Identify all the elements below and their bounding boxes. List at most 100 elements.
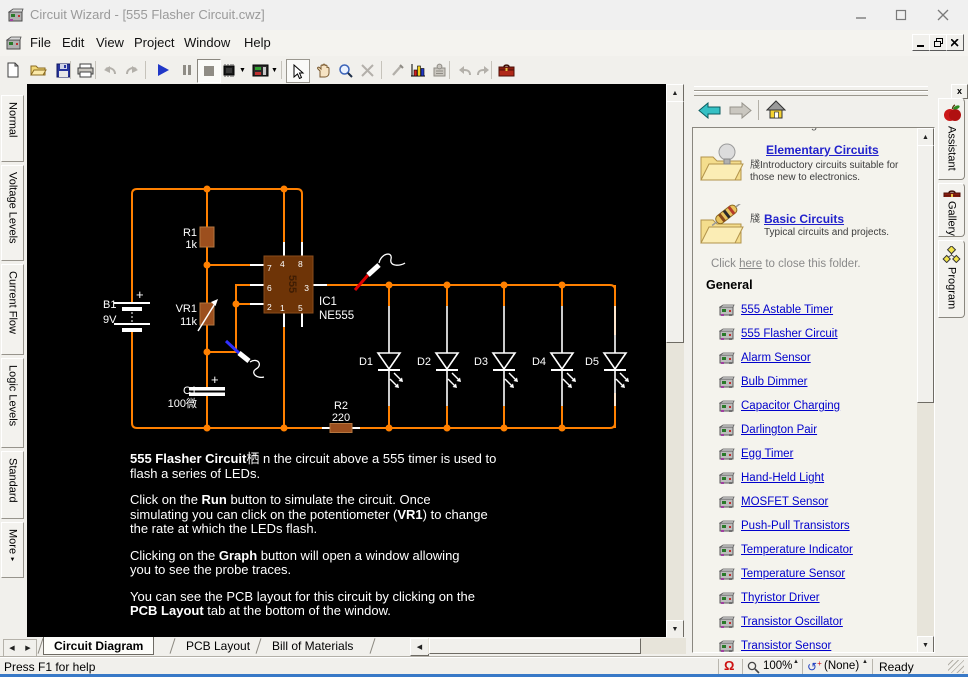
tab-scroll-right-icon[interactable]: ▶ bbox=[25, 644, 30, 652]
tab-assistant[interactable]: Assistant bbox=[938, 98, 965, 180]
run-button[interactable] bbox=[152, 59, 174, 81]
gallery-item[interactable]: Push-Pull Transistors bbox=[719, 516, 850, 536]
resize-grip[interactable] bbox=[948, 660, 964, 673]
scroll-down-button[interactable]: ▼ bbox=[666, 620, 684, 638]
hscroll-left-button[interactable]: ◀ bbox=[410, 638, 429, 656]
elementary-circuits-link[interactable]: Elementary Circuits bbox=[766, 143, 879, 157]
menu-project[interactable]: Project bbox=[130, 30, 178, 56]
gallery-item[interactable]: Transistor Sensor bbox=[719, 636, 831, 653]
basic-circuits-link[interactable]: Basic Circuits bbox=[764, 212, 844, 226]
rotation-value[interactable]: (None) bbox=[824, 660, 859, 672]
minimize-button[interactable] bbox=[842, 0, 880, 30]
probe-blue[interactable] bbox=[226, 341, 264, 377]
redo-button[interactable] bbox=[121, 59, 143, 81]
mdi-minimize-button[interactable] bbox=[912, 34, 930, 51]
led-d1[interactable]: D1 bbox=[359, 285, 403, 428]
home-button[interactable] bbox=[766, 100, 786, 119]
tab-pcb-layout[interactable]: PCB Layout bbox=[176, 637, 260, 655]
stop-button[interactable] bbox=[197, 59, 221, 83]
tab-logic-levels[interactable]: Logic Levels bbox=[1, 358, 24, 448]
menu-file[interactable]: File bbox=[26, 30, 55, 56]
probe-tool-button[interactable] bbox=[386, 59, 408, 81]
menu-edit[interactable]: Edit bbox=[58, 30, 88, 56]
menu-window[interactable]: Window bbox=[180, 30, 234, 56]
tab-normal[interactable]: Normal bbox=[1, 95, 24, 162]
delete-tool-button[interactable] bbox=[356, 59, 378, 81]
mdi-close-button[interactable] bbox=[946, 34, 964, 51]
tab-standard[interactable]: Standard bbox=[1, 451, 24, 519]
hscroll-track[interactable] bbox=[428, 638, 686, 654]
mdi-restore-button[interactable] bbox=[929, 34, 947, 51]
tab-scroll-left-icon[interactable]: ◀ bbox=[9, 644, 14, 652]
gallery-item[interactable]: Bulb Dimmer bbox=[719, 372, 807, 392]
gallery-item[interactable]: Capacitor Charging bbox=[719, 396, 840, 416]
tab-program[interactable]: Program bbox=[938, 240, 965, 318]
gallery-scroll-thumb[interactable] bbox=[917, 145, 934, 403]
panel-close-button[interactable]: x bbox=[951, 84, 968, 99]
close-button[interactable] bbox=[924, 0, 962, 30]
side-panel-tabstrip: x Assistant Gallery Program bbox=[937, 84, 968, 657]
gallery-item[interactable]: Egg Timer bbox=[719, 444, 793, 464]
close-folder-link[interactable]: here bbox=[739, 258, 762, 270]
gallery-item[interactable]: Darlington Pair bbox=[719, 420, 817, 440]
forward-button[interactable] bbox=[728, 102, 752, 119]
led-d5[interactable]: D5 bbox=[585, 285, 629, 428]
tab-bill-of-materials[interactable]: Bill of Materials bbox=[262, 637, 363, 655]
undo-button[interactable] bbox=[99, 59, 121, 81]
vscroll-thumb[interactable] bbox=[666, 101, 684, 343]
tab-more[interactable]: More▼ bbox=[1, 522, 24, 578]
hscroll-thumb[interactable] bbox=[429, 638, 641, 654]
gallery-item[interactable]: Hand-Held Light bbox=[719, 468, 824, 488]
omega-icon[interactable]: Ω bbox=[724, 658, 734, 673]
led-d2[interactable]: D2 bbox=[417, 285, 461, 428]
pan-hand-button[interactable] bbox=[312, 59, 334, 81]
led-d4[interactable]: D4 bbox=[532, 285, 576, 428]
rotation-spinner-icon[interactable]: ▲ bbox=[862, 659, 868, 665]
pointer-tool-button[interactable] bbox=[286, 59, 310, 83]
tab-circuit-diagram[interactable]: Circuit Diagram bbox=[43, 637, 154, 655]
gallery-item[interactable]: Alarm Sensor bbox=[719, 348, 811, 368]
resistor-r2[interactable]: R2 220 bbox=[322, 400, 360, 433]
circuit-canvas[interactable]: + B1 9V R1 1k VR1 11k + bbox=[27, 84, 666, 637]
zoom-spinner-icon[interactable]: ▲ bbox=[793, 659, 799, 665]
gallery-item[interactable]: Temperature Indicator bbox=[719, 540, 853, 560]
open-folder-button[interactable] bbox=[27, 59, 49, 81]
gallery-item[interactable]: Thyristor Driver bbox=[719, 588, 820, 608]
toolbox-button[interactable] bbox=[495, 59, 517, 81]
new-document-button[interactable] bbox=[2, 59, 24, 81]
gallery-item[interactable]: 555 Astable Timer bbox=[719, 300, 833, 320]
capacitor-c1[interactable]: + C1 100微 bbox=[168, 372, 225, 410]
tab-gallery[interactable]: Gallery bbox=[938, 183, 965, 237]
gallery-item[interactable]: Temperature Sensor bbox=[719, 564, 845, 584]
maximize-button[interactable] bbox=[882, 0, 920, 30]
scroll-up-button[interactable]: ▲ bbox=[666, 84, 684, 102]
component-bin-dropdown[interactable]: ▼ bbox=[252, 59, 278, 81]
print-button[interactable] bbox=[74, 59, 96, 81]
battery-b1[interactable]: + B1 9V bbox=[103, 287, 150, 330]
gallery-item[interactable]: 555 Flasher Circuit bbox=[719, 324, 838, 344]
resistor-r1[interactable]: R1 1k bbox=[183, 227, 214, 251]
zoom-level-value[interactable]: 100% bbox=[763, 660, 792, 672]
elementary-circuits-folder-icon[interactable] bbox=[698, 141, 744, 183]
tab-voltage-levels[interactable]: Voltage Levels bbox=[1, 165, 24, 261]
svg-text:NE555: NE555 bbox=[319, 310, 354, 322]
app-window: Circuit Wizard - [555 Flasher Circuit.cw… bbox=[0, 0, 968, 677]
menu-view[interactable]: View bbox=[92, 30, 128, 56]
tab-scroll-buttons[interactable]: ◀▶ bbox=[3, 639, 37, 657]
scroll-down-button[interactable]: ▼ bbox=[917, 636, 934, 653]
back-button[interactable] bbox=[698, 102, 722, 119]
zoom-tool-button[interactable] bbox=[334, 59, 356, 81]
led-d3[interactable]: D3 bbox=[474, 285, 518, 428]
tab-current-flow[interactable]: Current Flow bbox=[1, 264, 24, 355]
dropdown-arrow-icon: ▼ bbox=[271, 67, 278, 74]
component-chip-dropdown[interactable]: ▼ bbox=[221, 59, 246, 81]
analyzer-button[interactable] bbox=[428, 59, 450, 81]
gallery-item[interactable]: MOSFET Sensor bbox=[719, 492, 828, 512]
basic-circuits-folder-icon[interactable] bbox=[698, 204, 744, 246]
graph-button[interactable] bbox=[407, 59, 429, 81]
gallery-item[interactable]: Transistor Oscillator bbox=[719, 612, 843, 632]
scroll-up-button[interactable]: ▲ bbox=[917, 128, 934, 146]
menu-help[interactable]: Help bbox=[240, 30, 275, 56]
pause-button[interactable] bbox=[176, 59, 198, 81]
potentiometer-vr1[interactable]: VR1 11k bbox=[176, 299, 218, 331]
